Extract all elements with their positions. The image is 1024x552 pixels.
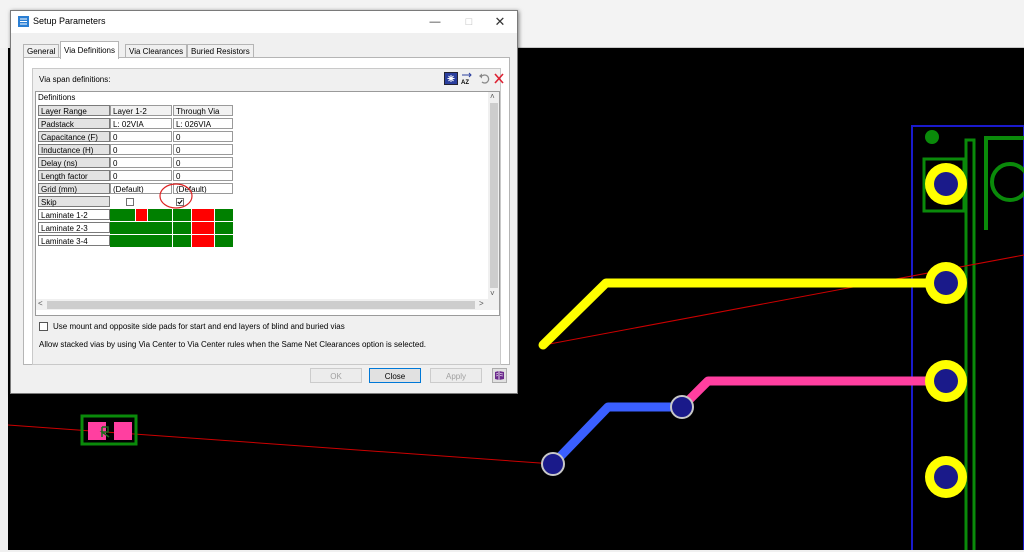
pad-2-hole [934,271,958,295]
cell-delay-a[interactable]: 0 [110,157,172,168]
lam-1-2-b-seg1[interactable] [173,209,191,221]
via-span-group: Via span definitions: AZ Definitions Lay… [32,68,504,365]
via-2[interactable] [541,452,565,476]
dialog-title: Setup Parameters [33,16,106,26]
vertical-scrollbar[interactable]: ˄ ˅ [488,92,499,299]
row-label-layer-range: Layer Range [38,105,110,116]
resistor-pad-b[interactable] [114,422,132,440]
maximize-button[interactable]: □ [458,13,480,31]
connector-outline-green [964,138,976,552]
skip-checkbox-a[interactable] [126,198,134,206]
maximize-icon: □ [465,16,473,28]
close-icon: ✕ [494,14,506,29]
pad-4-hole [934,465,958,489]
lam-3-4-b-seg1[interactable] [173,235,191,247]
fiducial-dot [925,130,939,144]
tab-via-definitions[interactable]: Via Definitions [60,41,119,59]
cell-capacitance-b[interactable]: 0 [173,131,233,142]
row-label-laminate-1-2: Laminate 1-2 [38,209,110,220]
pad-1-hole [934,172,958,196]
pad-green-ring [990,162,1024,202]
highlight-circle-annotation [159,183,193,209]
close-window-button[interactable]: ✕ [489,13,511,31]
lam-2-3-a[interactable] [110,222,172,234]
mount-pads-checkbox[interactable] [39,322,48,331]
minimize-button[interactable]: — [424,13,446,31]
scroll-left-icon[interactable]: ˂ [38,299,43,309]
trace-blue[interactable] [549,402,682,468]
undo-icon[interactable] [478,72,492,85]
setup-app-icon [18,16,29,27]
pad-3-hole [934,369,958,393]
lam-3-4-b-seg2[interactable] [192,235,214,247]
row-label-skip: Skip [38,196,110,207]
row-label-length-factor: Length factor [38,170,110,181]
minimize-icon: — [429,16,441,28]
via-definitions-grid: Definitions Layer Range Padstack Capacit… [35,91,500,316]
setup-parameters-dialog: Setup Parameters — □ ✕ General Via Defin… [10,10,518,394]
cell-padstack-a[interactable]: L: 02VIA [110,118,172,129]
scroll-up-icon[interactable]: ˄ [490,92,495,102]
trace-yellow[interactable] [538,278,951,350]
cell-length-factor-b[interactable]: 0 [173,170,233,181]
cell-delay-b[interactable]: 0 [173,157,233,168]
lam-1-2-b-seg3[interactable] [215,209,233,221]
delete-icon[interactable] [492,72,506,85]
lam-2-3-b-seg2[interactable] [192,222,214,234]
dialog-titlebar[interactable]: Setup Parameters — □ ✕ [11,11,517,33]
row-label-grid: Grid (mm) [38,183,110,194]
mount-pads-label: Use mount and opposite side pads for sta… [53,322,345,331]
cell-layer-range-a[interactable]: Layer 1-2 [110,105,172,116]
lam-3-4-a[interactable] [110,235,172,247]
close-button[interactable]: Close [369,368,421,383]
row-label-padstack: Padstack [38,118,110,129]
lam-2-3-b-seg1[interactable] [173,222,191,234]
lam-1-2-a-seg2[interactable] [136,209,147,221]
via-definitions-page: Via span definitions: AZ Definitions Lay… [23,57,510,365]
lam-1-2-a-seg1[interactable] [110,209,135,221]
stacked-vias-note: Allow stacked vias by using Via Center t… [39,340,427,349]
cell-padstack-b[interactable]: L: 026VIA [173,118,233,129]
lam-1-2-b-seg2[interactable] [192,209,214,221]
horizontal-scroll-thumb[interactable] [47,301,475,309]
lam-3-4-b-seg3[interactable] [215,235,233,247]
row-label-delay: Delay (ns) [38,157,110,168]
scroll-down-icon[interactable]: ˅ [490,289,495,299]
scroll-right-icon[interactable]: ˃ [479,299,484,309]
vertical-scroll-thumb[interactable] [490,103,498,288]
lam-2-3-b-seg3[interactable] [215,222,233,234]
ok-button[interactable]: OK [310,368,362,383]
resistor-pad-a[interactable] [88,422,106,440]
add-via-icon[interactable] [444,72,458,85]
sort-az-icon[interactable]: AZ [460,72,474,85]
via-span-label: Via span definitions: [39,75,111,84]
help-book-icon[interactable] [492,368,507,383]
row-label-laminate-3-4: Laminate 3-4 [38,235,110,246]
row-label-laminate-2-3: Laminate 2-3 [38,222,110,233]
via-1[interactable] [670,395,694,419]
cell-inductance-a[interactable]: 0 [110,144,172,155]
cell-inductance-b[interactable]: 0 [173,144,233,155]
cell-length-factor-a[interactable]: 0 [110,170,172,181]
apply-button[interactable]: Apply [430,368,482,383]
row-label-capacitance: Capacitance (F) [38,131,110,142]
lam-1-2-a-seg3[interactable] [148,209,172,221]
cell-capacitance-a[interactable]: 0 [110,131,172,142]
svg-text:AZ: AZ [461,80,469,85]
trace-pink[interactable] [678,376,946,411]
row-label-inductance: Inductance (H) [38,144,110,155]
grid-header-definitions: Definitions [38,93,76,102]
horizontal-scrollbar[interactable]: ˂ ˃ [36,299,499,310]
cell-layer-range-b[interactable]: Through Via [173,105,233,116]
